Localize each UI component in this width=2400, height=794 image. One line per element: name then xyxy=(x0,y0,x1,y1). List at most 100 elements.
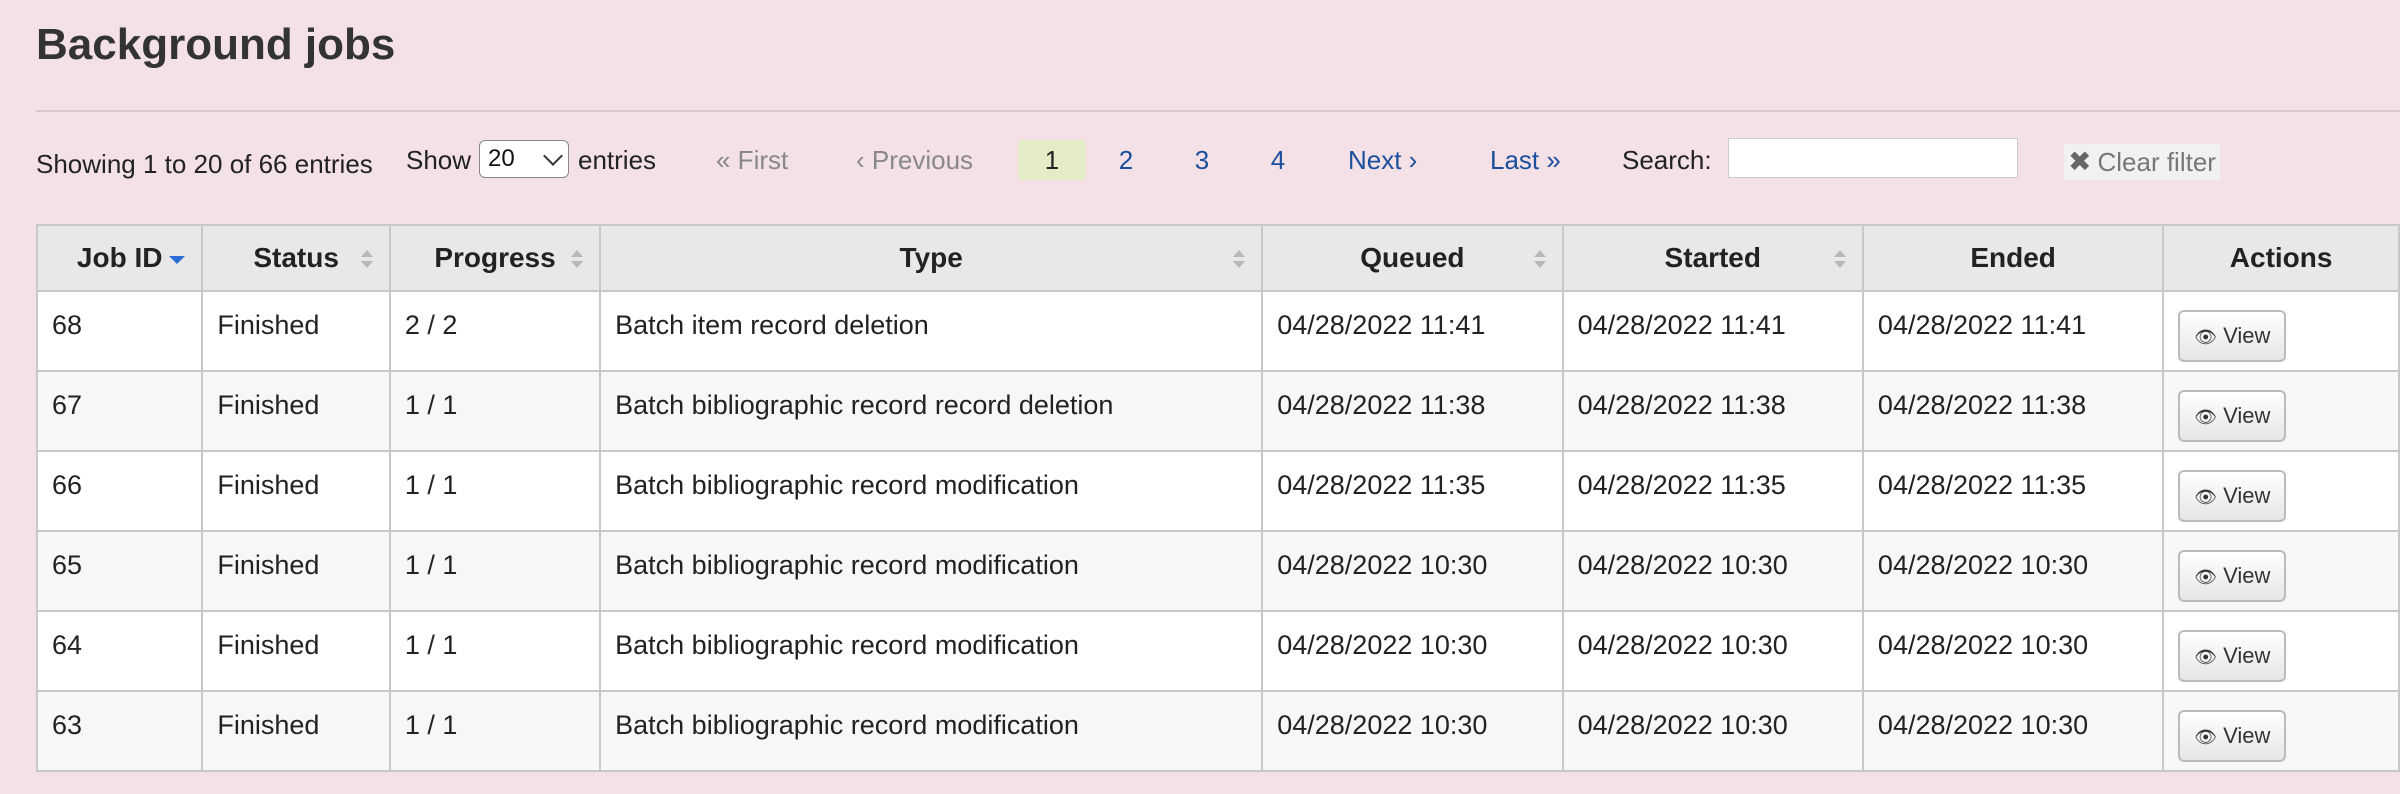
page-title: Background jobs xyxy=(36,20,396,69)
entries-per-page-value: 20 xyxy=(488,145,515,172)
entries-info: Showing 1 to 20 of 66 entries xyxy=(36,149,373,179)
column-header-ended: Ended xyxy=(1861,224,2165,292)
cell-status: Finished xyxy=(201,610,391,692)
cell-queued: 04/28/2022 10:30 xyxy=(1261,610,1564,692)
view-button[interactable]: 👁 View xyxy=(2178,550,2287,602)
cell-status: Finished xyxy=(201,530,391,612)
cell-queued: 04/28/2022 10:30 xyxy=(1261,530,1564,612)
cell-actions: 👁 View xyxy=(2162,290,2400,372)
eye-icon: 👁 xyxy=(2194,327,2218,347)
search-input[interactable] xyxy=(1728,138,2018,178)
column-header-actions: Actions xyxy=(2162,224,2400,292)
first-page-button[interactable]: « First xyxy=(716,134,788,186)
cell-actions: 👁 View xyxy=(2162,530,2400,612)
cell-type: Batch bibliographic record modification xyxy=(599,530,1264,612)
show-label: Show xyxy=(406,145,472,175)
eye-icon: 👁 xyxy=(2194,487,2218,507)
column-header-progress[interactable]: Progress xyxy=(388,224,602,292)
chevron-down-icon xyxy=(543,146,563,166)
view-button[interactable]: 👁 View xyxy=(2178,630,2287,682)
cell-job-id: 66 xyxy=(35,450,204,532)
last-page-button[interactable]: Last » xyxy=(1490,134,1561,186)
cell-job-id: 63 xyxy=(35,690,204,772)
page-button-1-current[interactable]: 1 xyxy=(1018,140,1086,180)
page-button-2[interactable]: 2 xyxy=(1092,134,1160,186)
cell-started: 04/28/2022 11:35 xyxy=(1561,450,1864,532)
cell-job-id: 67 xyxy=(35,370,204,452)
cell-ended: 04/28/2022 10:30 xyxy=(1861,690,2165,772)
search-label: Search: xyxy=(1622,145,1712,175)
cell-ended: 04/28/2022 10:30 xyxy=(1861,530,2165,612)
column-header-status[interactable]: Status xyxy=(201,224,391,292)
cell-job-id: 64 xyxy=(35,610,204,692)
cell-type: Batch bibliographic record modification xyxy=(599,610,1264,692)
clear-filter-label: Clear filter xyxy=(2097,147,2216,177)
cell-status: Finished xyxy=(201,290,391,372)
cell-started: 04/28/2022 10:30 xyxy=(1561,610,1864,692)
cell-actions: 👁 View xyxy=(2162,690,2400,772)
cell-queued: 04/28/2022 11:38 xyxy=(1261,370,1564,452)
cell-started: 04/28/2022 10:30 xyxy=(1561,690,1864,772)
table-header-row: Job ID Status Progress Type Queued Start… xyxy=(35,224,2400,292)
cell-queued: 04/28/2022 10:30 xyxy=(1261,690,1564,772)
cell-progress: 1 / 1 xyxy=(388,610,602,692)
table-row: 65 Finished 1 / 1 Batch bibliographic re… xyxy=(35,530,2400,612)
page-button-3[interactable]: 3 xyxy=(1168,134,1236,186)
sort-descending-icon xyxy=(169,256,186,264)
cell-ended: 04/28/2022 11:38 xyxy=(1861,370,2165,452)
sort-icon xyxy=(1533,250,1546,270)
cell-job-id: 65 xyxy=(35,530,204,612)
cell-type: Batch bibliographic record modification xyxy=(599,690,1264,772)
cell-progress: 1 / 1 xyxy=(388,450,602,532)
sort-icon xyxy=(360,250,373,270)
cell-type: Batch bibliographic record modification xyxy=(599,450,1264,532)
table-row: 63 Finished 1 / 1 Batch bibliographic re… xyxy=(35,690,2400,772)
cell-actions: 👁 View xyxy=(2162,370,2400,452)
entries-per-page-select[interactable]: 20 xyxy=(479,140,569,178)
sort-icon xyxy=(1833,250,1846,270)
cell-progress: 1 / 1 xyxy=(388,690,602,772)
table-row: 67 Finished 1 / 1 Batch bibliographic re… xyxy=(35,370,2400,452)
next-page-button[interactable]: Next › xyxy=(1348,134,1417,186)
column-header-job-id[interactable]: Job ID xyxy=(35,224,204,292)
cell-status: Finished xyxy=(201,690,391,772)
view-button[interactable]: 👁 View xyxy=(2178,710,2287,762)
cell-started: 04/28/2022 11:38 xyxy=(1561,370,1864,452)
column-header-type[interactable]: Type xyxy=(599,224,1264,292)
column-header-queued[interactable]: Queued xyxy=(1261,224,1564,292)
cell-ended: 04/28/2022 11:35 xyxy=(1861,450,2165,532)
table-row: 68 Finished 2 / 2 Batch item record dele… xyxy=(35,290,2400,372)
cell-status: Finished xyxy=(201,450,391,532)
eye-icon: 👁 xyxy=(2194,567,2218,587)
view-button[interactable]: 👁 View xyxy=(2178,310,2287,362)
page-button-4[interactable]: 4 xyxy=(1244,134,1312,186)
table-row: 64 Finished 1 / 1 Batch bibliographic re… xyxy=(35,610,2400,692)
view-button[interactable]: 👁 View xyxy=(2178,390,2287,442)
cell-progress: 1 / 1 xyxy=(388,530,602,612)
cell-progress: 2 / 2 xyxy=(388,290,602,372)
clear-filter-button[interactable]: ✖ Clear filter xyxy=(2064,144,2220,180)
cell-actions: 👁 View xyxy=(2162,610,2400,692)
cell-started: 04/28/2022 10:30 xyxy=(1561,530,1864,612)
table-row: 66 Finished 1 / 1 Batch bibliographic re… xyxy=(35,450,2400,532)
cell-queued: 04/28/2022 11:35 xyxy=(1261,450,1564,532)
eye-icon: 👁 xyxy=(2194,727,2218,747)
cell-actions: 👁 View xyxy=(2162,450,2400,532)
previous-page-button[interactable]: ‹ Previous xyxy=(856,134,973,186)
table-toolbar: Showing 1 to 20 of 66 entries Show 20 en… xyxy=(36,134,2400,190)
cell-queued: 04/28/2022 11:41 xyxy=(1261,290,1564,372)
sort-icon xyxy=(571,250,584,270)
divider xyxy=(36,110,2400,112)
close-icon: ✖ xyxy=(2068,146,2092,177)
cell-job-id: 68 xyxy=(35,290,204,372)
eye-icon: 👁 xyxy=(2194,647,2218,667)
cell-type: Batch item record deletion xyxy=(599,290,1264,372)
cell-status: Finished xyxy=(201,370,391,452)
view-button[interactable]: 👁 View xyxy=(2178,470,2287,522)
cell-ended: 04/28/2022 11:41 xyxy=(1861,290,2165,372)
sort-icon xyxy=(1233,250,1246,270)
column-header-started[interactable]: Started xyxy=(1561,224,1864,292)
cell-progress: 1 / 1 xyxy=(388,370,602,452)
eye-icon: 👁 xyxy=(2194,407,2218,427)
cell-started: 04/28/2022 11:41 xyxy=(1561,290,1864,372)
